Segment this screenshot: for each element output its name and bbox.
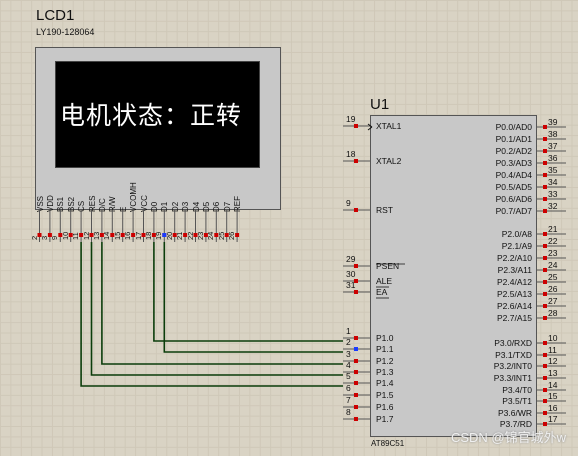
mcu-left-pin-marker [354,159,358,163]
mcu-right-pin-marker [543,197,547,201]
lcd-pin-marker [47,233,52,237]
wire-p10-d0 [153,242,343,342]
lcd-pin-marker [214,233,219,237]
mcu-left-pin-marker [354,124,358,128]
lcd-pin-marker [110,233,115,237]
lcd-pin-marker [79,233,84,237]
lcd-pin-marker [172,233,177,237]
lcd-pin-marker [224,233,229,237]
mcu-right-pin-marker [543,173,547,177]
lcd-pin-marker [131,233,136,237]
mcu-right-pin-marker [543,422,547,426]
mcu-active-pin-marker [354,347,358,351]
wire-p13-res [90,242,343,376]
lcd-pin-marker [37,233,42,237]
mcu-left-pin-marker [354,370,358,374]
lcd-pin-marker [120,233,125,237]
lcd-pin-marker [58,233,63,237]
watermark: CSDN @锦官城外w [450,430,566,445]
mcu-right-pin-marker [543,149,547,153]
mcu-right-pin-marker [543,232,547,236]
mcu-right-pin-marker [543,209,547,213]
mcu-left-pin-marker [354,336,358,340]
mcu-left-pin-marker [354,405,358,409]
mcu-right-pin-marker [543,185,547,189]
lcd-pin-marker [183,233,188,237]
mcu-right-pin-marker [543,316,547,320]
lcd-pin-marker [99,233,104,237]
wiring-layer [37,123,566,426]
mcu-left-pin-marker [354,264,358,268]
mcu-right-pin-marker [543,388,547,392]
mcu-right-pin-marker [543,137,547,141]
mcu-right-pin-marker [543,161,547,165]
mcu-left-pin-marker [354,381,358,385]
mcu-left-pin-marker [354,393,358,397]
xtal-arrow [367,126,373,131]
wire-p12-dc [101,242,343,365]
mcu-right-pin-marker [543,280,547,284]
mcu-right-pin-marker [543,341,547,345]
mcu-right-pin-marker [543,268,547,272]
mcu-right-pin-marker [543,364,547,368]
lcd-active-pin-marker [162,233,167,237]
mcu-right-pin-marker [543,353,547,357]
lcd-pin-marker [141,233,146,237]
mcu-right-pin-marker [543,411,547,415]
lcd-pin-marker [151,233,156,237]
lcd-pin-marker [203,233,208,237]
mcu-left-pin-marker [354,279,358,283]
mcu-left-pin-marker [354,208,358,212]
mcu-right-pin-marker [543,399,547,403]
lcd-pin-marker [89,233,94,237]
mcu-right-pin-marker [543,304,547,308]
wire-p11-d1 [163,242,343,353]
mcu-left-pin-marker [354,290,358,294]
mcu-right-pin-marker [543,244,547,248]
mcu-left-pin-marker [354,359,358,363]
mcu-right-pin-marker [543,256,547,260]
mcu-right-pin-marker [543,125,547,129]
mcu-right-pin-marker [543,292,547,296]
lcd-pin-marker [193,233,198,237]
mcu-right-pin-marker [543,376,547,380]
lcd-pin-marker [235,233,240,237]
lcd-pin-marker [68,233,73,237]
mcu-left-pin-marker [354,417,358,421]
